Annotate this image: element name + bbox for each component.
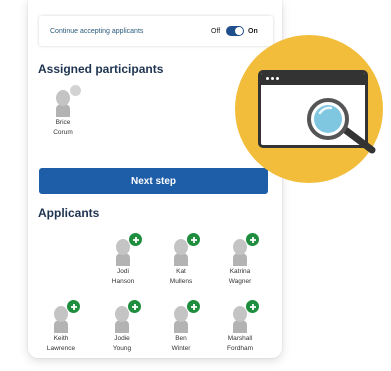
applicant-card[interactable]: Keith Lawrence [33, 299, 89, 353]
accepting-applicants-toggle[interactable] [226, 26, 244, 36]
applicant-last-name: Wagner [228, 278, 252, 285]
toggle-knob [235, 27, 243, 35]
toggle-off-label: Off [211, 27, 221, 35]
applicant-card[interactable]: Marshall Fordham [212, 299, 268, 353]
add-applicant-icon[interactable] [66, 299, 81, 314]
toggle-on-label: On [248, 27, 258, 35]
browser-titlebar [261, 73, 365, 85]
applicant-first-name: Jodi [117, 268, 129, 275]
accepting-applicants-row: Continue accepting applicants Off On [39, 16, 273, 46]
applicant-card[interactable]: Ben Winter [153, 299, 209, 353]
applicant-first-name: Kat [176, 268, 186, 275]
applicant-last-name: Fordham [226, 345, 253, 352]
accepting-applicants-label: Continue accepting applicants [50, 27, 144, 35]
applicant-card[interactable]: Jodie Young [94, 299, 150, 353]
assigned-participants-title: Assigned participants [38, 62, 164, 76]
applicant-last-name: Lawrence [46, 345, 76, 352]
applicants-title: Applicants [38, 206, 100, 220]
participant-last-name: Corum [53, 129, 73, 136]
applicant-first-name: Keith [53, 335, 69, 342]
applicant-last-name: Mullens [169, 278, 193, 285]
magnifier-icon [307, 98, 376, 154]
applicant-card[interactable]: Jodi Hanson [95, 232, 151, 286]
window-dot-icon [276, 77, 279, 80]
applicant-last-name: Young [112, 345, 132, 352]
applicant-first-name: Katrina [229, 268, 251, 275]
add-applicant-icon[interactable] [245, 299, 260, 314]
next-step-button[interactable]: Next step [39, 168, 268, 194]
add-applicant-icon[interactable] [186, 299, 201, 314]
assigned-status-badge [69, 84, 82, 97]
applicant-first-name: Marshall [227, 335, 253, 342]
applicant-last-name: Hanson [111, 278, 135, 285]
phone-screen: Continue accepting applicants Off On Ass… [28, 0, 282, 358]
applicant-card[interactable]: Kat Mullens [153, 232, 209, 286]
add-applicant-icon[interactable] [128, 232, 143, 247]
participant-first-name: Brice [55, 119, 71, 126]
add-applicant-icon[interactable] [127, 299, 142, 314]
window-dot-icon [271, 77, 274, 80]
window-dot-icon [266, 77, 269, 80]
assigned-participant[interactable]: Brice Corum [35, 84, 91, 137]
applicant-card[interactable]: Katrina Wagner [212, 232, 268, 286]
applicant-last-name: Winter [171, 345, 191, 352]
applicant-first-name: Jodie [114, 335, 130, 342]
add-applicant-icon[interactable] [245, 232, 260, 247]
add-applicant-icon[interactable] [186, 232, 201, 247]
applicant-first-name: Ben [175, 335, 187, 342]
